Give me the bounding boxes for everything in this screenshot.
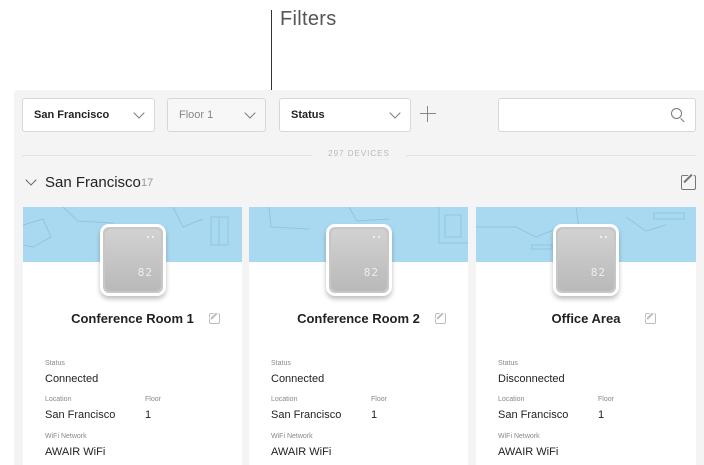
- location-value: San Francisco: [498, 409, 569, 421]
- chevron-down-icon: [244, 106, 256, 119]
- edit-card-icon[interactable]: [209, 313, 220, 324]
- floor-filter[interactable]: Floor 1: [167, 98, 266, 132]
- status-label: Status: [271, 360, 291, 367]
- sensor-device-image: 82: [553, 224, 619, 296]
- annotation-label: Filters: [280, 8, 337, 30]
- status-value: Connected: [271, 373, 325, 385]
- wifi-label: WiFi Network: [498, 433, 540, 440]
- wifi-value: AWAIR WiFi: [271, 446, 332, 458]
- floor-label: Floor: [145, 396, 161, 403]
- status-label: Status: [498, 360, 518, 367]
- location-value: San Francisco: [45, 409, 116, 421]
- divider-left: [22, 155, 312, 156]
- status-label: Status: [45, 360, 65, 367]
- search-icon[interactable]: [671, 108, 685, 123]
- chevron-down-icon: [389, 106, 401, 119]
- devices-panel: San Francisco Floor 1 Status 297 DEVICES…: [14, 90, 704, 465]
- annotation-line: [271, 10, 272, 95]
- add-filter-plus-icon[interactable]: [418, 104, 438, 124]
- location-filter-value: San Francisco: [34, 109, 110, 121]
- status-filter[interactable]: Status: [279, 98, 411, 132]
- collapse-chevron-icon[interactable]: [25, 174, 37, 186]
- wifi-value: AWAIR WiFi: [498, 446, 559, 458]
- floor-filter-value: Floor 1: [179, 109, 214, 121]
- divider-right: [406, 155, 696, 156]
- edit-card-icon[interactable]: [435, 313, 446, 324]
- status-value: Disconnected: [498, 373, 565, 385]
- wifi-value: AWAIR WiFi: [45, 446, 106, 458]
- device-card[interactable]: 82 Conference Room 1 Status Connected Lo…: [23, 207, 242, 465]
- sensor-device-image: 82: [100, 224, 166, 296]
- status-value: Connected: [45, 373, 99, 385]
- wifi-label: WiFi Network: [271, 433, 313, 440]
- group-count: 17: [141, 177, 154, 189]
- status-filter-value: Status: [291, 109, 325, 121]
- card-title: Office Area: [551, 311, 621, 326]
- device-card[interactable]: 82 Conference Room 2 Status Connected Lo…: [249, 207, 468, 465]
- location-label: Location: [498, 396, 525, 403]
- location-label: Location: [271, 396, 298, 403]
- sensor-device-image: 82: [326, 224, 392, 296]
- device-card[interactable]: 82 Office Area Status Disconnected Locat…: [476, 207, 696, 465]
- floor-label: Floor: [598, 396, 614, 403]
- floor-label: Floor: [371, 396, 387, 403]
- floor-value: 1: [371, 409, 378, 421]
- floor-value: 1: [145, 409, 152, 421]
- location-value: San Francisco: [271, 409, 342, 421]
- location-label: Location: [45, 396, 72, 403]
- device-count: 297 DEVICES: [328, 149, 390, 158]
- group-title: San Francisco: [45, 174, 141, 191]
- floor-value: 1: [598, 409, 605, 421]
- chevron-down-icon: [133, 106, 145, 119]
- edit-card-icon[interactable]: [645, 313, 656, 324]
- location-filter[interactable]: San Francisco: [22, 98, 155, 132]
- edit-group-icon[interactable]: [681, 175, 696, 190]
- wifi-label: WiFi Network: [45, 433, 87, 440]
- search-input[interactable]: [498, 98, 696, 132]
